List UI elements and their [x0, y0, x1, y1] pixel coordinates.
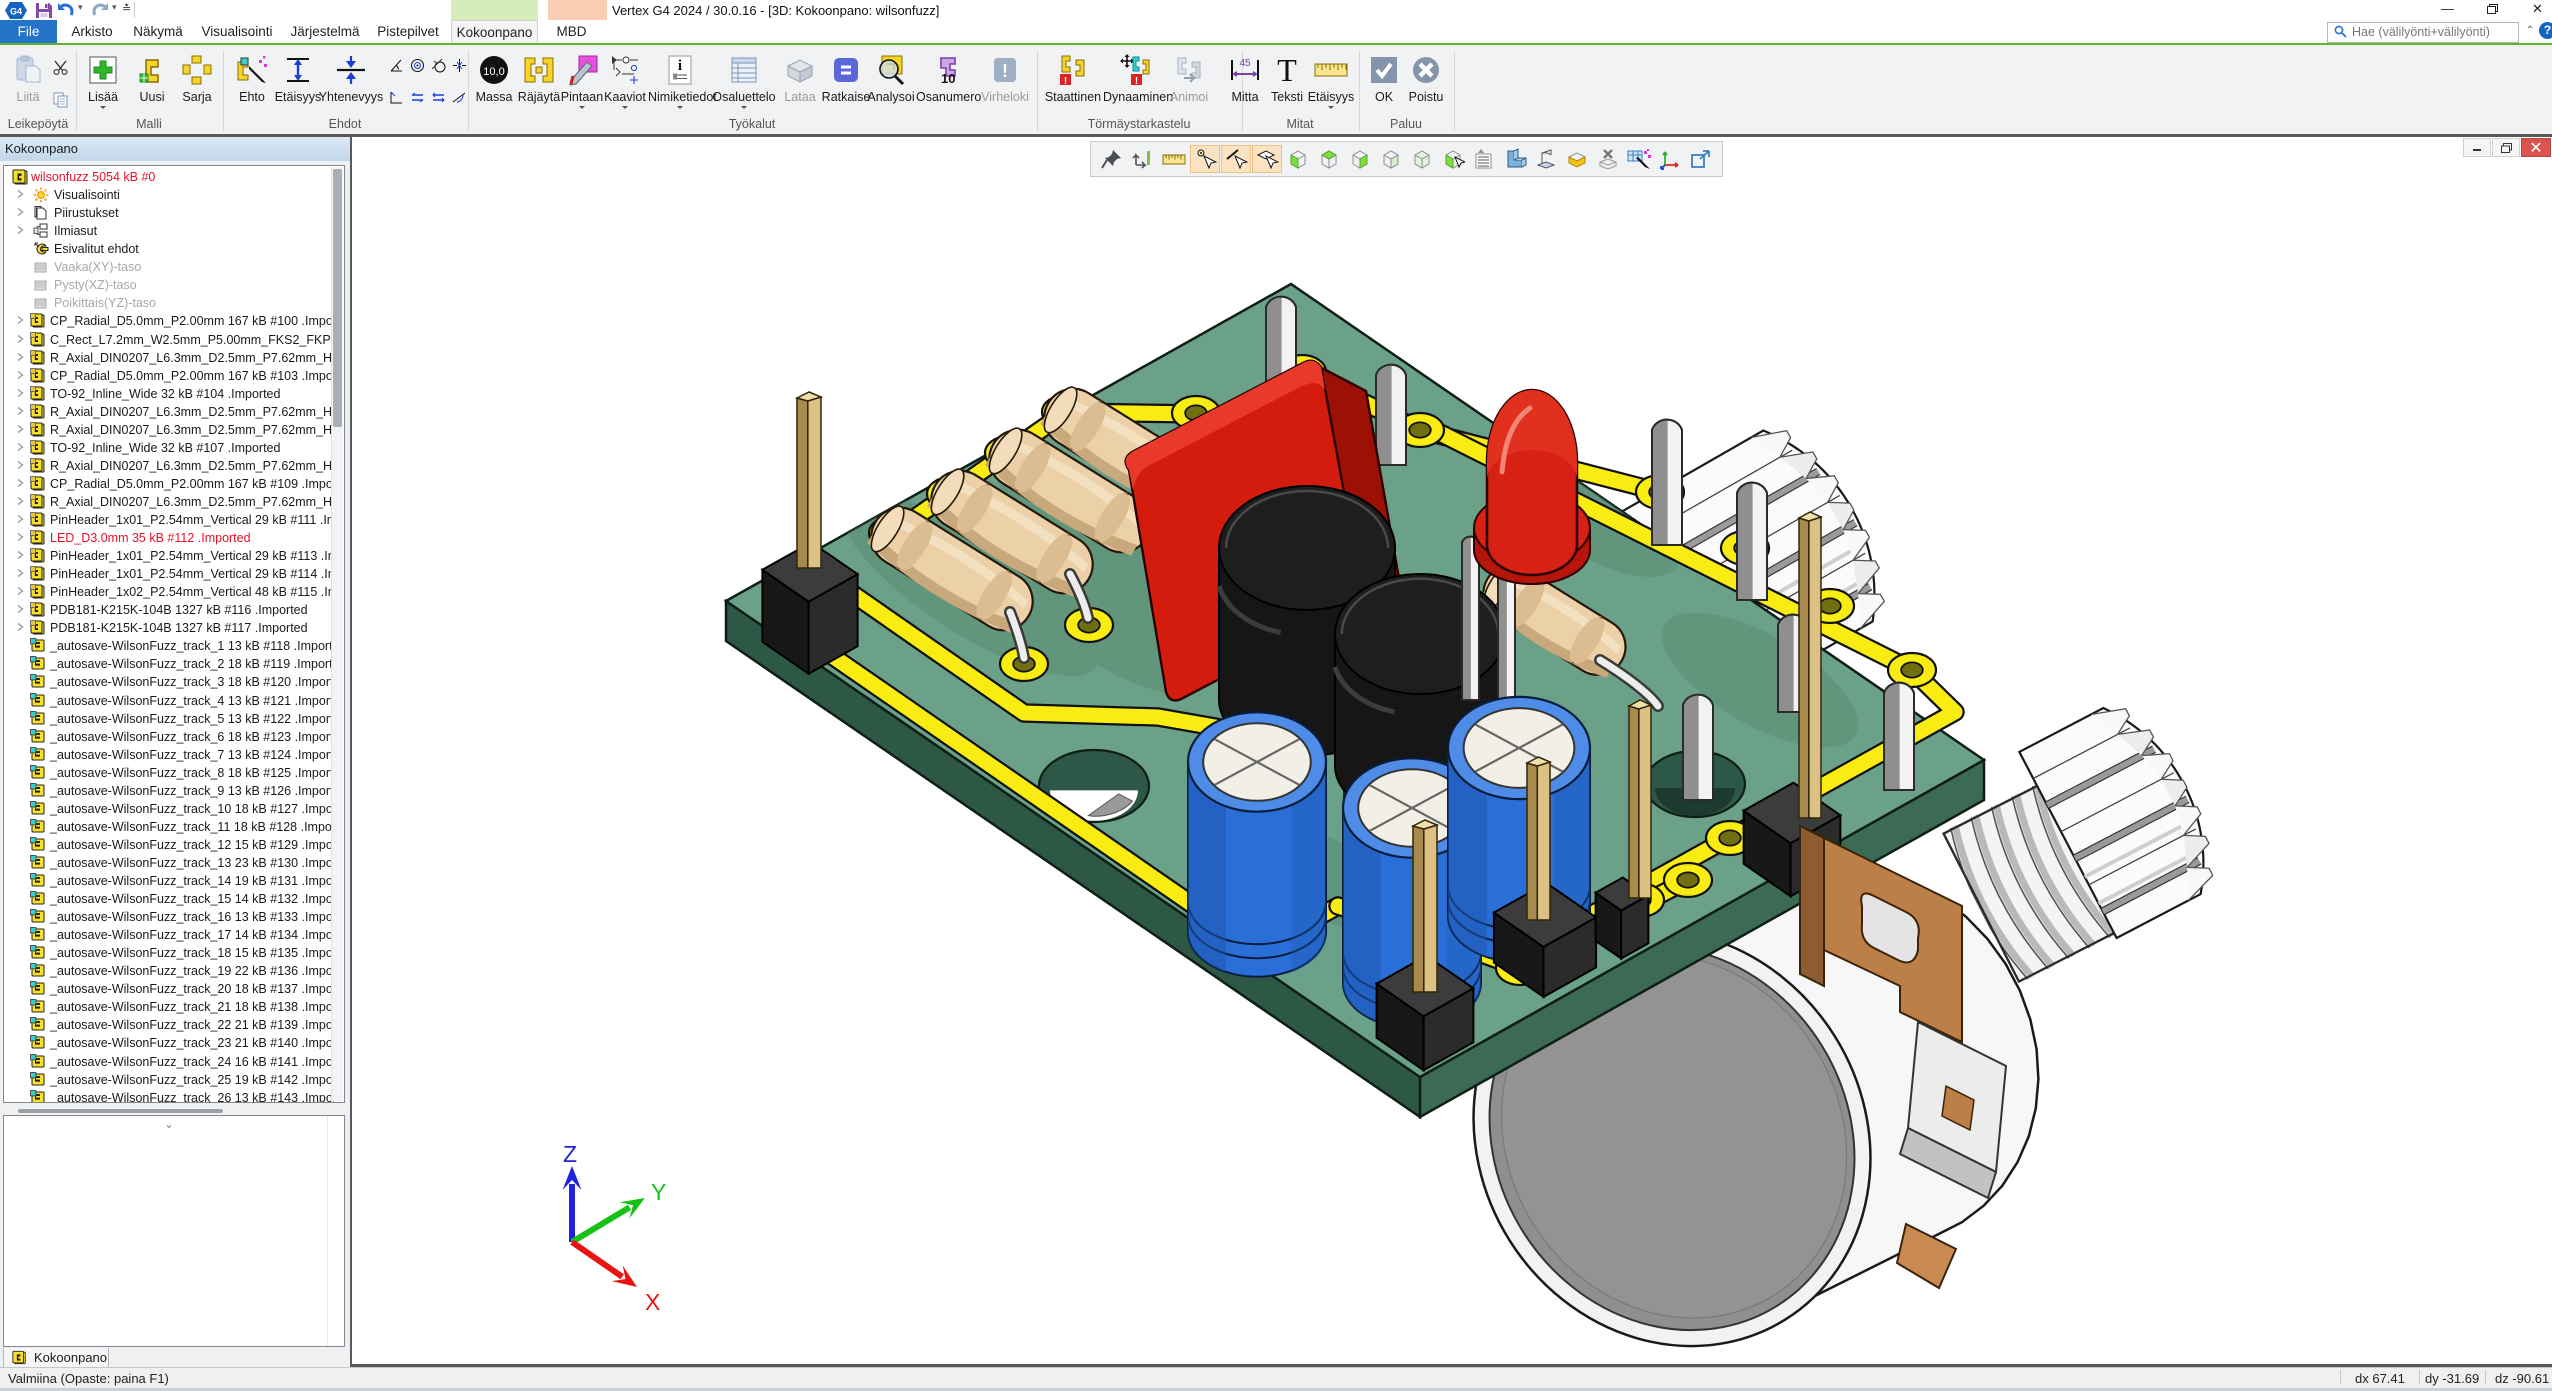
svg-text:X: X [645, 1289, 660, 1315]
svg-text:Z: Z [563, 1141, 577, 1167]
svg-text:Y: Y [651, 1179, 666, 1205]
